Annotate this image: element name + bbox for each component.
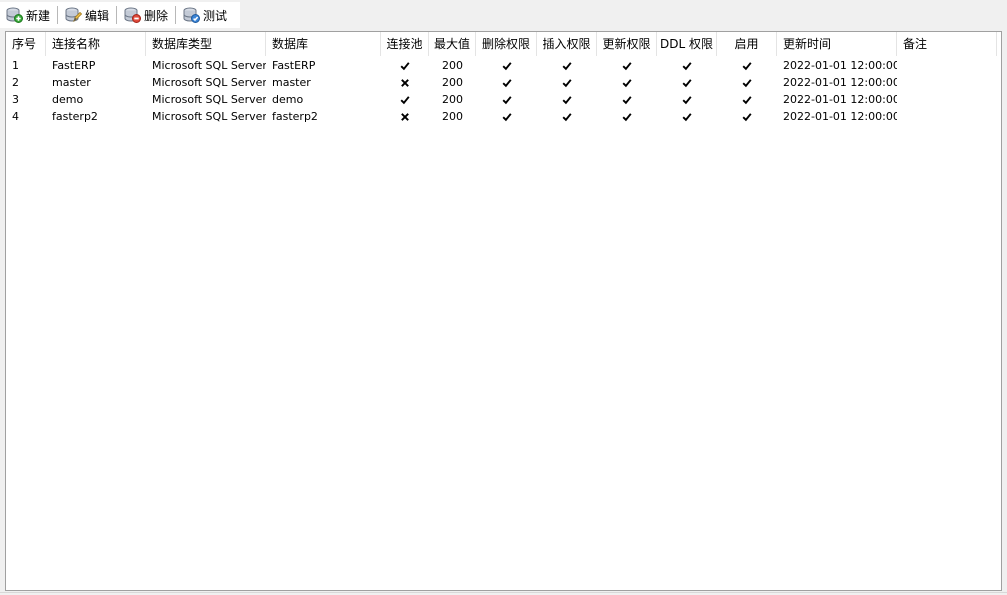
cell-database: fasterp2 (272, 110, 318, 123)
cell-db-type: Microsoft SQL Server (152, 76, 266, 89)
cross-icon (381, 108, 429, 125)
cell-max: 200 (442, 93, 463, 106)
check-icon (657, 108, 717, 125)
column-header-insert[interactable]: 插入权限 (537, 32, 597, 56)
toolbar-separator (175, 6, 177, 24)
check-icon (597, 74, 657, 91)
cell-max: 200 (442, 59, 463, 72)
cell-index: 4 (12, 110, 19, 123)
column-header-ddl[interactable]: DDL 权限 (657, 32, 717, 56)
cell-note (897, 108, 997, 125)
db-delete-icon (124, 7, 141, 23)
toolbar-separator (116, 6, 118, 24)
grid-header: 序号 连接名称 数据库类型 数据库 连接池 最大值 删除权限 插入权限 更新权限… (6, 32, 1001, 56)
check-icon (381, 57, 429, 74)
cell-database: demo (272, 93, 304, 106)
db-test-icon (183, 7, 200, 23)
new-button[interactable]: 新建 (6, 4, 50, 26)
check-icon (657, 74, 717, 91)
column-header-database[interactable]: 数据库 (266, 32, 381, 56)
column-header-max[interactable]: 最大值 (429, 32, 476, 56)
column-header-name[interactable]: 连接名称 (46, 32, 146, 56)
edit-button[interactable]: 编辑 (65, 4, 109, 26)
delete-button[interactable]: 删除 (124, 4, 168, 26)
test-button-label: 测试 (203, 8, 228, 23)
column-header-pool[interactable]: 连接池 (381, 32, 429, 56)
check-icon (597, 108, 657, 125)
cell-note (897, 74, 997, 91)
column-header-enabled[interactable]: 启用 (717, 32, 777, 56)
column-header-note[interactable]: 备注 (897, 32, 997, 56)
cell-max: 200 (442, 110, 463, 123)
cell-updated: 2022-01-01 12:00:00 (783, 93, 897, 106)
edit-button-label: 编辑 (85, 8, 110, 23)
toolbar: 新建 编辑 删除 测试 (0, 0, 1007, 30)
check-icon (657, 57, 717, 74)
check-icon (717, 74, 777, 91)
column-header-index[interactable]: 序号 (6, 32, 46, 56)
column-header-update[interactable]: 更新权限 (597, 32, 657, 56)
cell-updated: 2022-01-01 12:00:00 (783, 59, 897, 72)
check-icon (537, 74, 597, 91)
table-row[interactable]: 1 FastERP Microsoft SQL Server FastERP 200 20… (6, 57, 1001, 74)
check-icon (476, 74, 537, 91)
cell-updated: 2022-01-01 12:00:00 (783, 76, 897, 89)
cell-updated: 2022-01-01 12:00:00 (783, 110, 897, 123)
check-icon (537, 57, 597, 74)
delete-button-label: 删除 (144, 8, 169, 23)
cell-db-type: Microsoft SQL Server (152, 59, 266, 72)
check-icon (597, 91, 657, 108)
status-divider (0, 592, 1007, 593)
column-header-updated[interactable]: 更新时间 (777, 32, 897, 56)
cell-name: FastERP (52, 59, 96, 72)
toolbar-separator (57, 6, 59, 24)
check-icon (597, 57, 657, 74)
new-button-label: 新建 (26, 8, 51, 23)
check-icon (657, 91, 717, 108)
column-header-db-type[interactable]: 数据库类型 (146, 32, 266, 56)
cell-name: fasterp2 (52, 110, 98, 123)
test-button[interactable]: 测试 (183, 4, 227, 26)
cell-note (897, 57, 997, 74)
cell-index: 2 (12, 76, 19, 89)
cell-note (897, 91, 997, 108)
table-row[interactable]: 4 fasterp2 Microsoft SQL Server fasterp2 200… (6, 108, 1001, 125)
check-icon (381, 91, 429, 108)
cell-index: 1 (12, 59, 19, 72)
cross-icon (381, 74, 429, 91)
cell-database: master (272, 76, 311, 89)
check-icon (717, 57, 777, 74)
cell-name: demo (52, 93, 84, 106)
cell-database: FastERP (272, 59, 316, 72)
check-icon (476, 57, 537, 74)
check-icon (717, 108, 777, 125)
check-icon (717, 91, 777, 108)
db-add-icon (6, 7, 23, 23)
cell-db-type: Microsoft SQL Server (152, 110, 266, 123)
check-icon (476, 91, 537, 108)
connections-grid[interactable]: 序号 连接名称 数据库类型 数据库 连接池 最大值 删除权限 插入权限 更新权限… (5, 31, 1002, 591)
check-icon (537, 108, 597, 125)
column-header-delete[interactable]: 删除权限 (476, 32, 537, 56)
table-row[interactable]: 2 master Microsoft SQL Server master 200 2022… (6, 74, 1001, 91)
check-icon (476, 108, 537, 125)
cell-db-type: Microsoft SQL Server (152, 93, 266, 106)
table-row[interactable]: 3 demo Microsoft SQL Server demo 200 2022-01-… (6, 91, 1001, 108)
cell-name: master (52, 76, 91, 89)
cell-index: 3 (12, 93, 19, 106)
cell-max: 200 (442, 76, 463, 89)
db-edit-icon (65, 7, 82, 23)
check-icon (537, 91, 597, 108)
